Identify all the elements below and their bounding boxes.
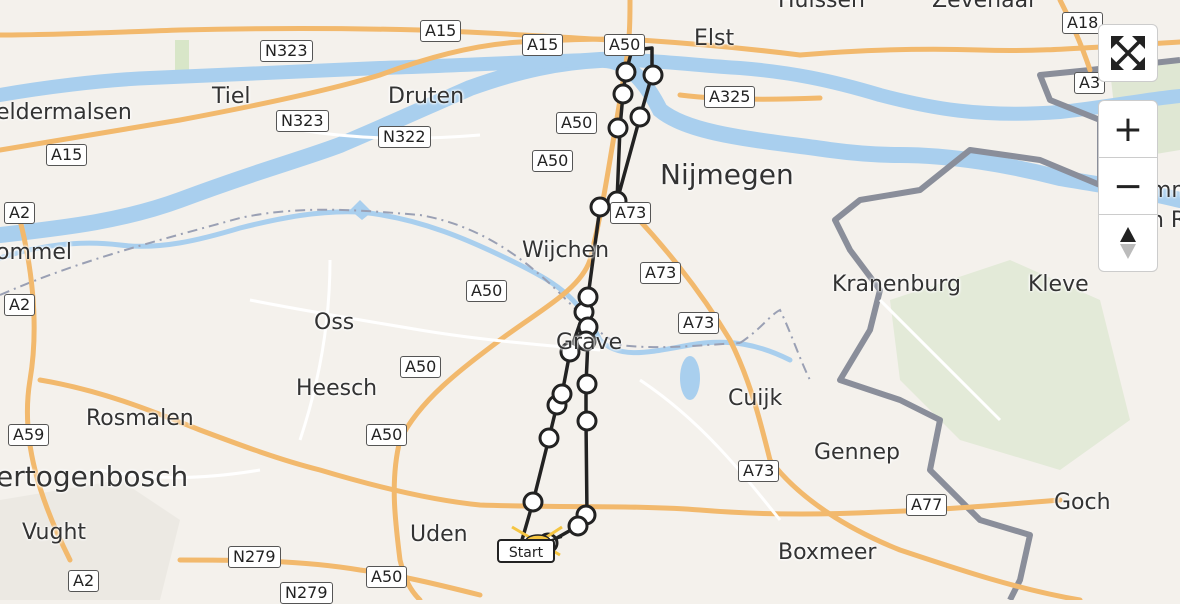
map-canvas[interactable] xyxy=(0,0,1180,600)
province-border xyxy=(0,208,741,349)
place-label: Zevenaar xyxy=(932,0,1038,13)
place-label: Uden xyxy=(410,522,468,547)
route-waypoint[interactable] xyxy=(522,491,544,513)
road-shield: A50 xyxy=(400,356,442,378)
road-shield: A50 xyxy=(366,566,408,588)
place-label: Kranenburg xyxy=(832,272,961,297)
road-shield: A325 xyxy=(704,86,756,108)
fullscreen-button[interactable] xyxy=(1098,24,1158,82)
road-shield: A50 xyxy=(366,424,408,446)
road-shield: N279 xyxy=(280,582,333,604)
road-shield: N323 xyxy=(276,110,329,132)
road-shield: N323 xyxy=(260,40,313,62)
compass-icon xyxy=(1120,227,1136,259)
route-waypoint[interactable] xyxy=(538,427,560,449)
river-fill xyxy=(350,200,372,220)
place-label: Goch xyxy=(1054,490,1111,515)
zoom-in-button[interactable]: + xyxy=(1098,100,1158,158)
place-label: ertogenbosch xyxy=(0,460,189,493)
route-waypoint[interactable] xyxy=(607,117,629,139)
place-label: Huissen xyxy=(778,0,866,13)
minus-icon: − xyxy=(1112,165,1144,207)
route-waypoint[interactable] xyxy=(615,61,637,83)
river-maas xyxy=(0,209,793,363)
route-waypoint[interactable] xyxy=(612,83,634,105)
route-waypoint[interactable] xyxy=(577,286,599,308)
road-shield: A2 xyxy=(4,294,36,316)
forest-area xyxy=(175,40,189,70)
road-shield: A15 xyxy=(522,34,564,56)
route-waypoint[interactable] xyxy=(576,410,598,432)
place-label: Vught xyxy=(22,520,87,545)
place-label: Wijchen xyxy=(522,238,610,263)
route-waypoint[interactable] xyxy=(567,515,589,537)
road-shield: A50 xyxy=(466,280,508,302)
reset-north-button[interactable] xyxy=(1098,215,1158,272)
place-label: Cuijk xyxy=(728,386,783,411)
place-label: Nijmegen xyxy=(660,158,794,191)
place-label: Druten xyxy=(388,84,465,109)
road-shield: A73 xyxy=(640,262,682,284)
place-label: Heesch xyxy=(296,376,378,401)
route-waypoint[interactable] xyxy=(629,106,651,128)
road-shield: A2 xyxy=(4,202,36,224)
place-label: ommel xyxy=(0,240,72,265)
road-shield: A15 xyxy=(420,20,462,42)
map-controls: + − xyxy=(1098,24,1158,272)
place-label: Gennep xyxy=(814,440,900,465)
place-label: Grave xyxy=(556,330,623,355)
place-label: Boxmeer xyxy=(778,540,877,565)
road-shield: A50 xyxy=(556,112,598,134)
route-waypoint[interactable] xyxy=(576,373,598,395)
place-label: Kleve xyxy=(1028,272,1089,297)
route-waypoint[interactable] xyxy=(642,64,664,86)
road-shield: N322 xyxy=(378,126,431,148)
road-shield: A50 xyxy=(604,34,646,56)
expand-arrows-icon xyxy=(1111,36,1145,70)
road-shield: A15 xyxy=(46,144,88,166)
place-label: Elst xyxy=(694,26,735,51)
place-label: eldermalsen xyxy=(0,100,132,125)
place-label: Rosmalen xyxy=(86,406,194,431)
route-waypoint[interactable] xyxy=(551,383,573,405)
zoom-out-button[interactable]: − xyxy=(1098,158,1158,215)
place-label: Oss xyxy=(314,310,355,335)
road-shield: A73 xyxy=(678,312,720,334)
route-waypoint[interactable] xyxy=(589,196,611,218)
road-shield: N279 xyxy=(228,546,281,568)
road-shield: A73 xyxy=(738,460,780,482)
road-shield: A50 xyxy=(532,150,574,172)
start-label: Start xyxy=(497,539,555,563)
lake xyxy=(680,356,700,400)
road-shield: A73 xyxy=(610,202,652,224)
place-label: Tiel xyxy=(212,84,251,109)
road-shield: A77 xyxy=(906,494,948,516)
plus-icon: + xyxy=(1112,108,1144,150)
road-shield: A59 xyxy=(8,424,50,446)
road-shield: A2 xyxy=(68,570,100,592)
